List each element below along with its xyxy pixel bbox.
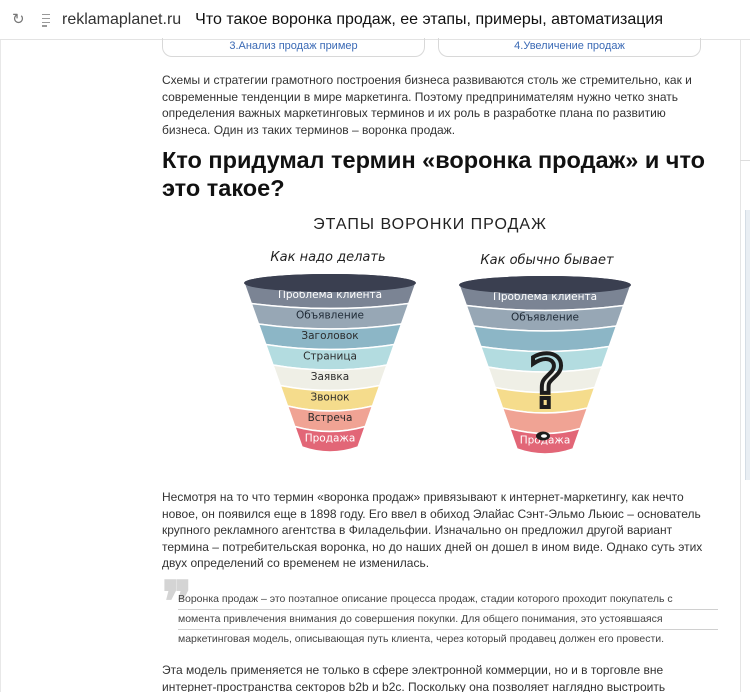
left-stage-label: Объявление bbox=[296, 310, 364, 322]
sales-funnel-infographic: ЭТАПЫ ВОРОНКИ ПРОДАЖ Как надо делать Как… bbox=[230, 205, 650, 470]
toc-link-sales-increase[interactable]: 4.Увеличение продаж bbox=[438, 38, 701, 57]
right-funnel-caption: Как обычно бывает bbox=[480, 253, 614, 268]
funnel-svg: ЭТАПЫ ВОРОНКИ ПРОДАЖ Как надо делать Как… bbox=[242, 216, 633, 455]
left-funnel-caption: Как надо делать bbox=[270, 250, 385, 265]
model-paragraph: Эта модель применяется не только в сфере… bbox=[162, 663, 666, 692]
quote-line: маркетинговая модель, описывающая путь к… bbox=[178, 633, 665, 645]
toc-link-sales-analysis[interactable]: 3.Анализ продаж пример bbox=[162, 38, 425, 57]
left-stage-label: Звонок bbox=[311, 392, 350, 404]
intro-paragraph: Схемы и стратегии грамотного построения … bbox=[162, 73, 692, 137]
left-stage-label: Страница bbox=[303, 351, 357, 363]
left-stage-label: Заголовок bbox=[301, 330, 358, 342]
left-stage-label: Встреча bbox=[308, 412, 353, 424]
reload-icon[interactable]: ↻ bbox=[12, 12, 26, 27]
quote-line: Воронка продаж – это поэтапное описание … bbox=[178, 590, 718, 610]
infographic-title: ЭТАПЫ ВОРОНКИ ПРОДАЖ bbox=[313, 216, 547, 233]
tab-title: Что такое воронка продаж, ее этапы, прим… bbox=[195, 10, 664, 28]
url-domain[interactable]: reklamaplanet.ru bbox=[62, 11, 181, 29]
scrollbar-thumb[interactable] bbox=[745, 210, 750, 480]
browser-address-bar: ↻ reklamaplanet.ru Что такое воронка про… bbox=[0, 0, 750, 40]
section-heading: Кто придумал термин «воронка продаж» и ч… bbox=[162, 147, 706, 201]
left-funnel: Проблема клиентаОбъявлениеЗаголовокСтран… bbox=[242, 274, 418, 453]
left-stage-label: Продажа bbox=[305, 433, 356, 445]
left-divider bbox=[0, 40, 1, 692]
question-mark-icon: ? bbox=[528, 340, 566, 424]
right-funnel-rim-top bbox=[459, 276, 631, 294]
question-dot-highlight bbox=[541, 434, 547, 438]
right-funnel: Проблема клиентаОбъявлениеПродажа? bbox=[457, 276, 633, 455]
definition-blockquote: ❞ Воронка продаж – это поэтапное описани… bbox=[162, 574, 722, 652]
rail-divider bbox=[740, 160, 750, 161]
right-stage-label: Объявление bbox=[511, 312, 579, 324]
page-icon bbox=[40, 13, 52, 27]
left-stage-label: Заявка bbox=[311, 371, 349, 383]
quote-line: момента привлечения внимания до совершен… bbox=[178, 610, 718, 630]
history-paragraph: Несмотря на то что термин «воронка прода… bbox=[162, 490, 703, 570]
left-funnel-rim-top bbox=[244, 274, 416, 292]
